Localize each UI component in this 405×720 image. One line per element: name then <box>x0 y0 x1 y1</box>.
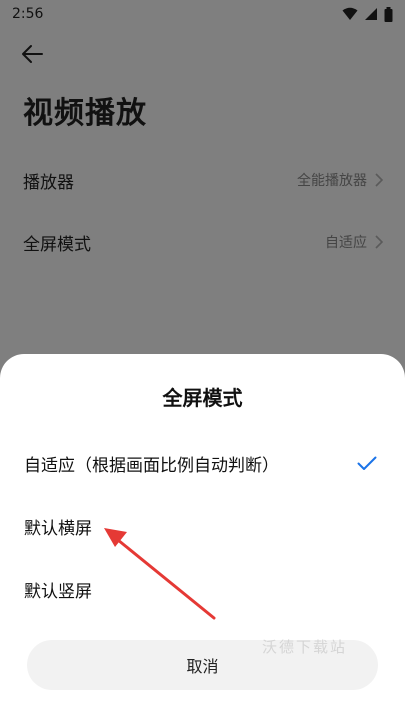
chevron-right-icon <box>375 173 383 187</box>
wifi-icon <box>342 7 358 20</box>
setting-value-wrap: 自适应 <box>325 232 383 252</box>
setting-label: 全屏模式 <box>23 234 91 255</box>
setting-value: 全能播放器 <box>297 173 367 189</box>
option-default-portrait[interactable]: 默认竖屏 <box>0 561 405 617</box>
option-label: 默认横屏 <box>24 518 92 539</box>
sheet-title: 全屏模式 <box>162 386 243 410</box>
option-label: 自适应（根据画面比例自动判断） <box>24 455 279 476</box>
setting-label: 播放器 <box>23 172 74 193</box>
status-bar: 2:56 <box>0 0 405 28</box>
option-label: 默认竖屏 <box>24 581 92 602</box>
watermark: 沃德下载站 <box>262 638 348 656</box>
chevron-right-icon <box>375 235 383 249</box>
status-time: 2:56 <box>12 6 44 22</box>
fullscreen-mode-sheet: 全屏模式 自适应（根据画面比例自动判断） 默认横屏 默认竖屏 取消 <box>0 354 405 720</box>
back-button[interactable] <box>18 40 46 68</box>
arrow-left-icon <box>22 45 43 63</box>
battery-icon <box>384 6 393 22</box>
check-icon <box>357 456 377 470</box>
setting-row-fullscreen-mode[interactable]: 全屏模式 自适应 <box>0 212 405 272</box>
page-title: 视频播放 <box>23 96 147 131</box>
setting-value: 自适应 <box>325 235 367 251</box>
option-adaptive[interactable]: 自适应（根据画面比例自动判断） <box>0 435 405 491</box>
status-icons <box>342 6 393 22</box>
setting-value-wrap: 全能播放器 <box>297 170 383 190</box>
setting-row-player[interactable]: 播放器 全能播放器 <box>0 150 405 210</box>
option-default-landscape[interactable]: 默认横屏 <box>0 498 405 554</box>
signal-icon <box>365 8 377 20</box>
